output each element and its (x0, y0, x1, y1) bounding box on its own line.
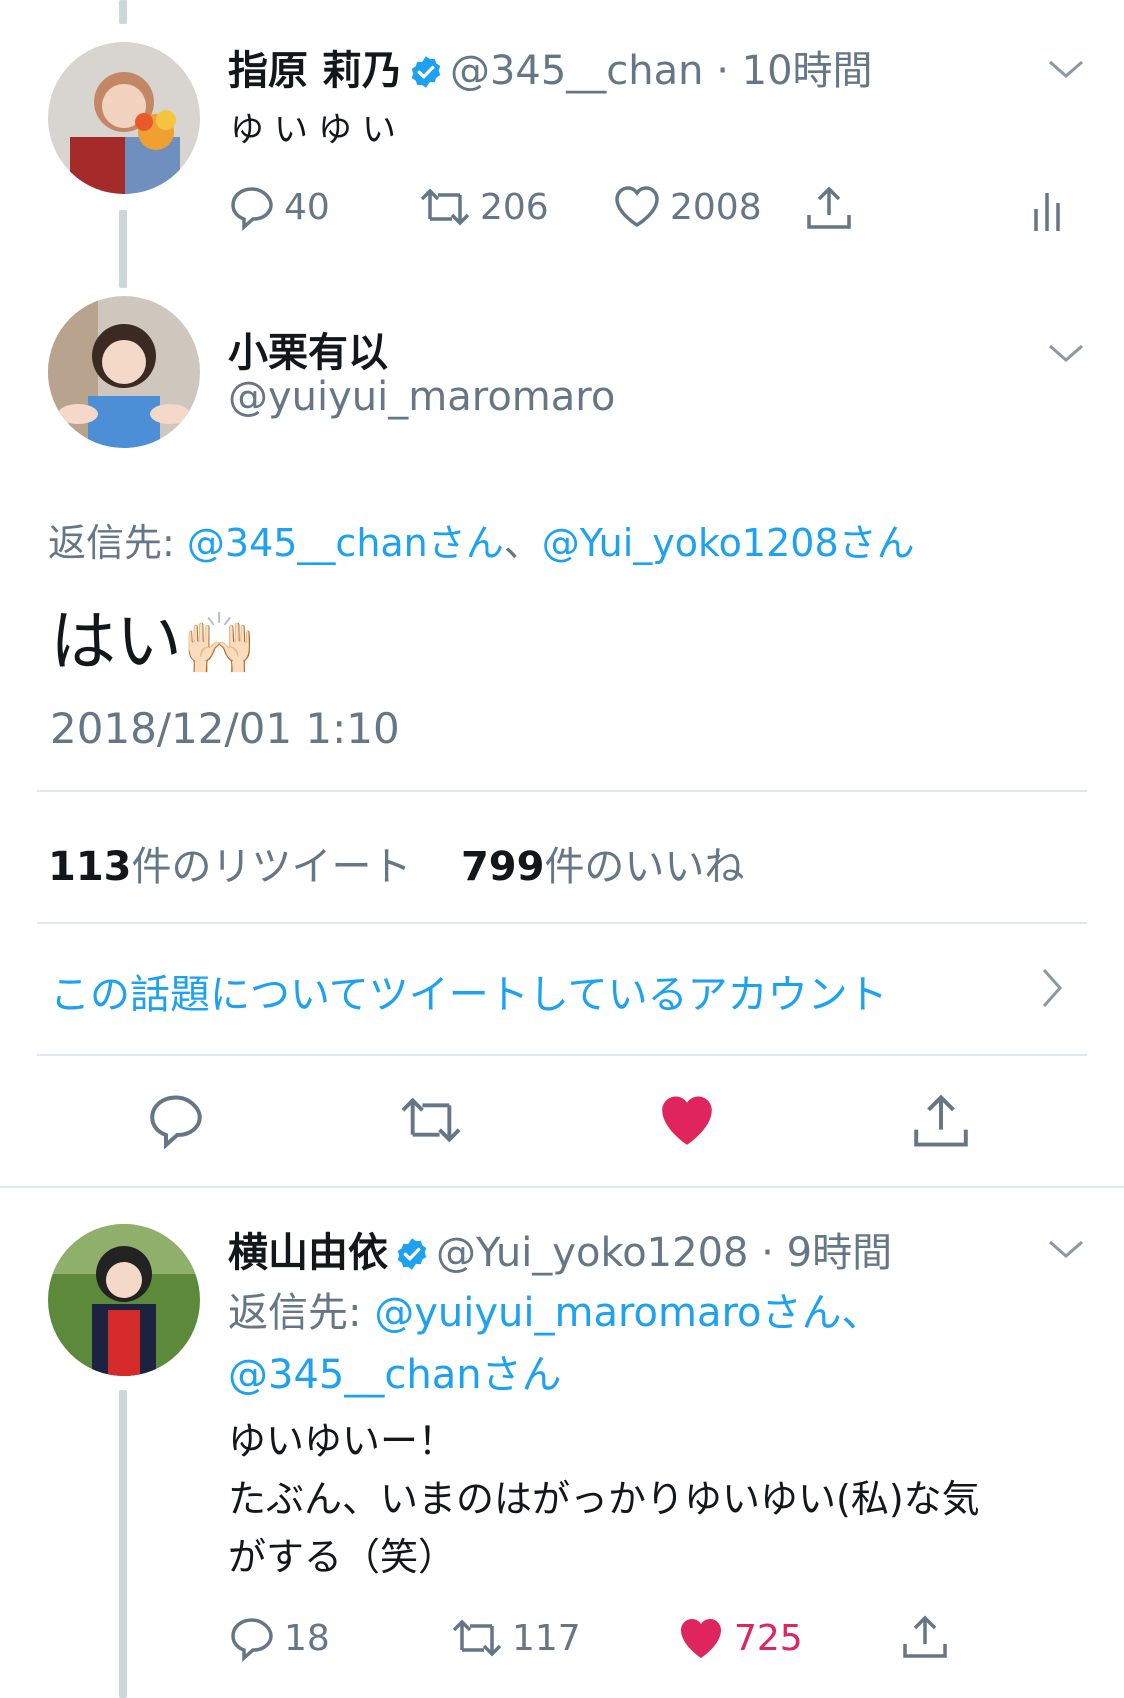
reply-to-label: 返信先: (48, 521, 187, 565)
like-icon[interactable] (656, 1090, 718, 1150)
retweet-icon[interactable] (398, 1090, 464, 1150)
retweet-icon (452, 1619, 502, 1657)
tweet1-handle[interactable]: @345__chan (450, 48, 704, 94)
main-tweet-text: はい🙌🏻 (50, 588, 257, 684)
like-icon (681, 1619, 721, 1658)
chevron-down-icon[interactable] (1046, 56, 1086, 80)
retweet-label: 件のリツイート (131, 844, 412, 890)
like-icon (615, 186, 659, 228)
reply-to-mention-1[interactable]: @yuiyui_maromaroさん、 (374, 1290, 881, 1336)
reply-to-mention-2[interactable]: @Yui_yoko1208さん (542, 521, 915, 565)
section-divider (0, 1186, 1124, 1188)
tweet3-handle[interactable]: @Yui_yoko1208 (436, 1230, 748, 1276)
tweet3-dot: · (748, 1230, 787, 1276)
avatar[interactable] (48, 42, 200, 194)
reply-to-mention-2[interactable]: @345__chanさん (228, 1352, 562, 1398)
analytics-icon (1034, 193, 1060, 231)
like-button[interactable]: 725 (676, 1614, 803, 1662)
avatar[interactable] (48, 1224, 200, 1376)
analytics-button[interactable] (1030, 183, 1070, 233)
thread-line-3 (119, 1390, 127, 1698)
main-author-handle[interactable]: @yuiyui_maromaro (228, 374, 615, 420)
share-icon (807, 186, 851, 229)
tweet3-retweet-count: 117 (512, 1617, 581, 1659)
main-author-name[interactable]: 小栗有以 (228, 320, 388, 378)
tweet1-reply-count: 40 (284, 186, 330, 228)
retweet-icon (420, 188, 470, 226)
divider (37, 1054, 1087, 1056)
like-label: 件のいいね (544, 844, 745, 890)
likes-stat[interactable]: 799件のいいね (461, 844, 745, 890)
share-icon (903, 1615, 947, 1658)
reply-icon[interactable] (146, 1090, 206, 1150)
chevron-down-icon[interactable] (1046, 1236, 1086, 1260)
tweet3-text-line: ゆいゆいー！ (228, 1419, 457, 1463)
tweet3-reply-to: 返信先: @yuiyui_maromaroさん、 @345__chanさん (228, 1282, 882, 1406)
tweet3-like-count: 725 (734, 1617, 803, 1659)
topic-accounts-link[interactable]: この話題についてツイートしているアカウント (50, 962, 888, 1020)
main-reply-to: 返信先: @345__chanさん、@Yui_yoko1208さん (48, 512, 915, 567)
divider (37, 790, 1087, 792)
chevron-right-icon[interactable] (1040, 966, 1064, 1010)
reply-button[interactable]: 18 (228, 1614, 330, 1662)
tweet1-header: 指原 莉乃 @345__chan · 10時間 (228, 38, 873, 96)
tweet3-text-line: たぶん、いまのはがっかりゆいゆい(私)な気 (228, 1477, 980, 1521)
tweet1-text: ゆいゆい (230, 110, 406, 150)
verified-badge-icon (408, 54, 444, 90)
like-button[interactable]: 2008 (612, 183, 762, 231)
thread-line-1 (119, 210, 127, 288)
reply-to-mention-1[interactable]: @345__chanさん (187, 521, 504, 565)
tweet3-text-line: がする（笑） (228, 1535, 457, 1579)
tweet1-author-name[interactable]: 指原 莉乃 (228, 48, 402, 94)
tweet3-header: 横山由依 @Yui_yoko1208 · 9時間 (228, 1220, 892, 1278)
tweet3-reply-count: 18 (284, 1617, 330, 1659)
share-button[interactable] (900, 1612, 950, 1662)
reply-button[interactable]: 40 (228, 183, 330, 231)
reply-icon (231, 187, 273, 231)
avatar[interactable] (48, 296, 200, 448)
raised-hands-emoji: 🙌🏻 (182, 609, 257, 679)
tweet3-text: ゆいゆいー！ たぶん、いまのはがっかりゆいゆい(私)な気 がする（笑） (228, 1412, 980, 1586)
tweet1-retweet-count: 206 (480, 186, 549, 228)
like-count: 799 (460, 844, 545, 890)
tweet1-like-count: 2008 (670, 186, 762, 228)
retweet-count: 113 (48, 844, 132, 890)
chevron-down-icon[interactable] (1046, 340, 1086, 364)
main-text: はい (50, 603, 182, 680)
retweet-button[interactable]: 206 (418, 183, 549, 231)
tweet3-author-name[interactable]: 横山由依 (228, 1230, 388, 1276)
engagement-stats: 113件のリツイート 799件のいいね (48, 834, 744, 892)
tweet1-time[interactable]: 10時間 (742, 48, 873, 94)
main-timestamp[interactable]: 2018/12/01 1:10 (50, 704, 400, 753)
tweet3-time[interactable]: 9時間 (787, 1230, 892, 1276)
thread-line-top (119, 0, 127, 24)
reply-icon (231, 1618, 273, 1662)
tweet1-dot: · (703, 48, 742, 94)
divider (37, 922, 1087, 924)
reply-to-separator: 、 (503, 521, 542, 565)
verified-badge-icon (394, 1236, 430, 1272)
retweets-stat[interactable]: 113件のリツイート (48, 844, 412, 890)
share-button[interactable] (804, 183, 854, 233)
retweet-button[interactable]: 117 (450, 1614, 581, 1662)
reply-to-label: 返信先: (228, 1290, 375, 1336)
share-icon[interactable] (910, 1090, 972, 1152)
